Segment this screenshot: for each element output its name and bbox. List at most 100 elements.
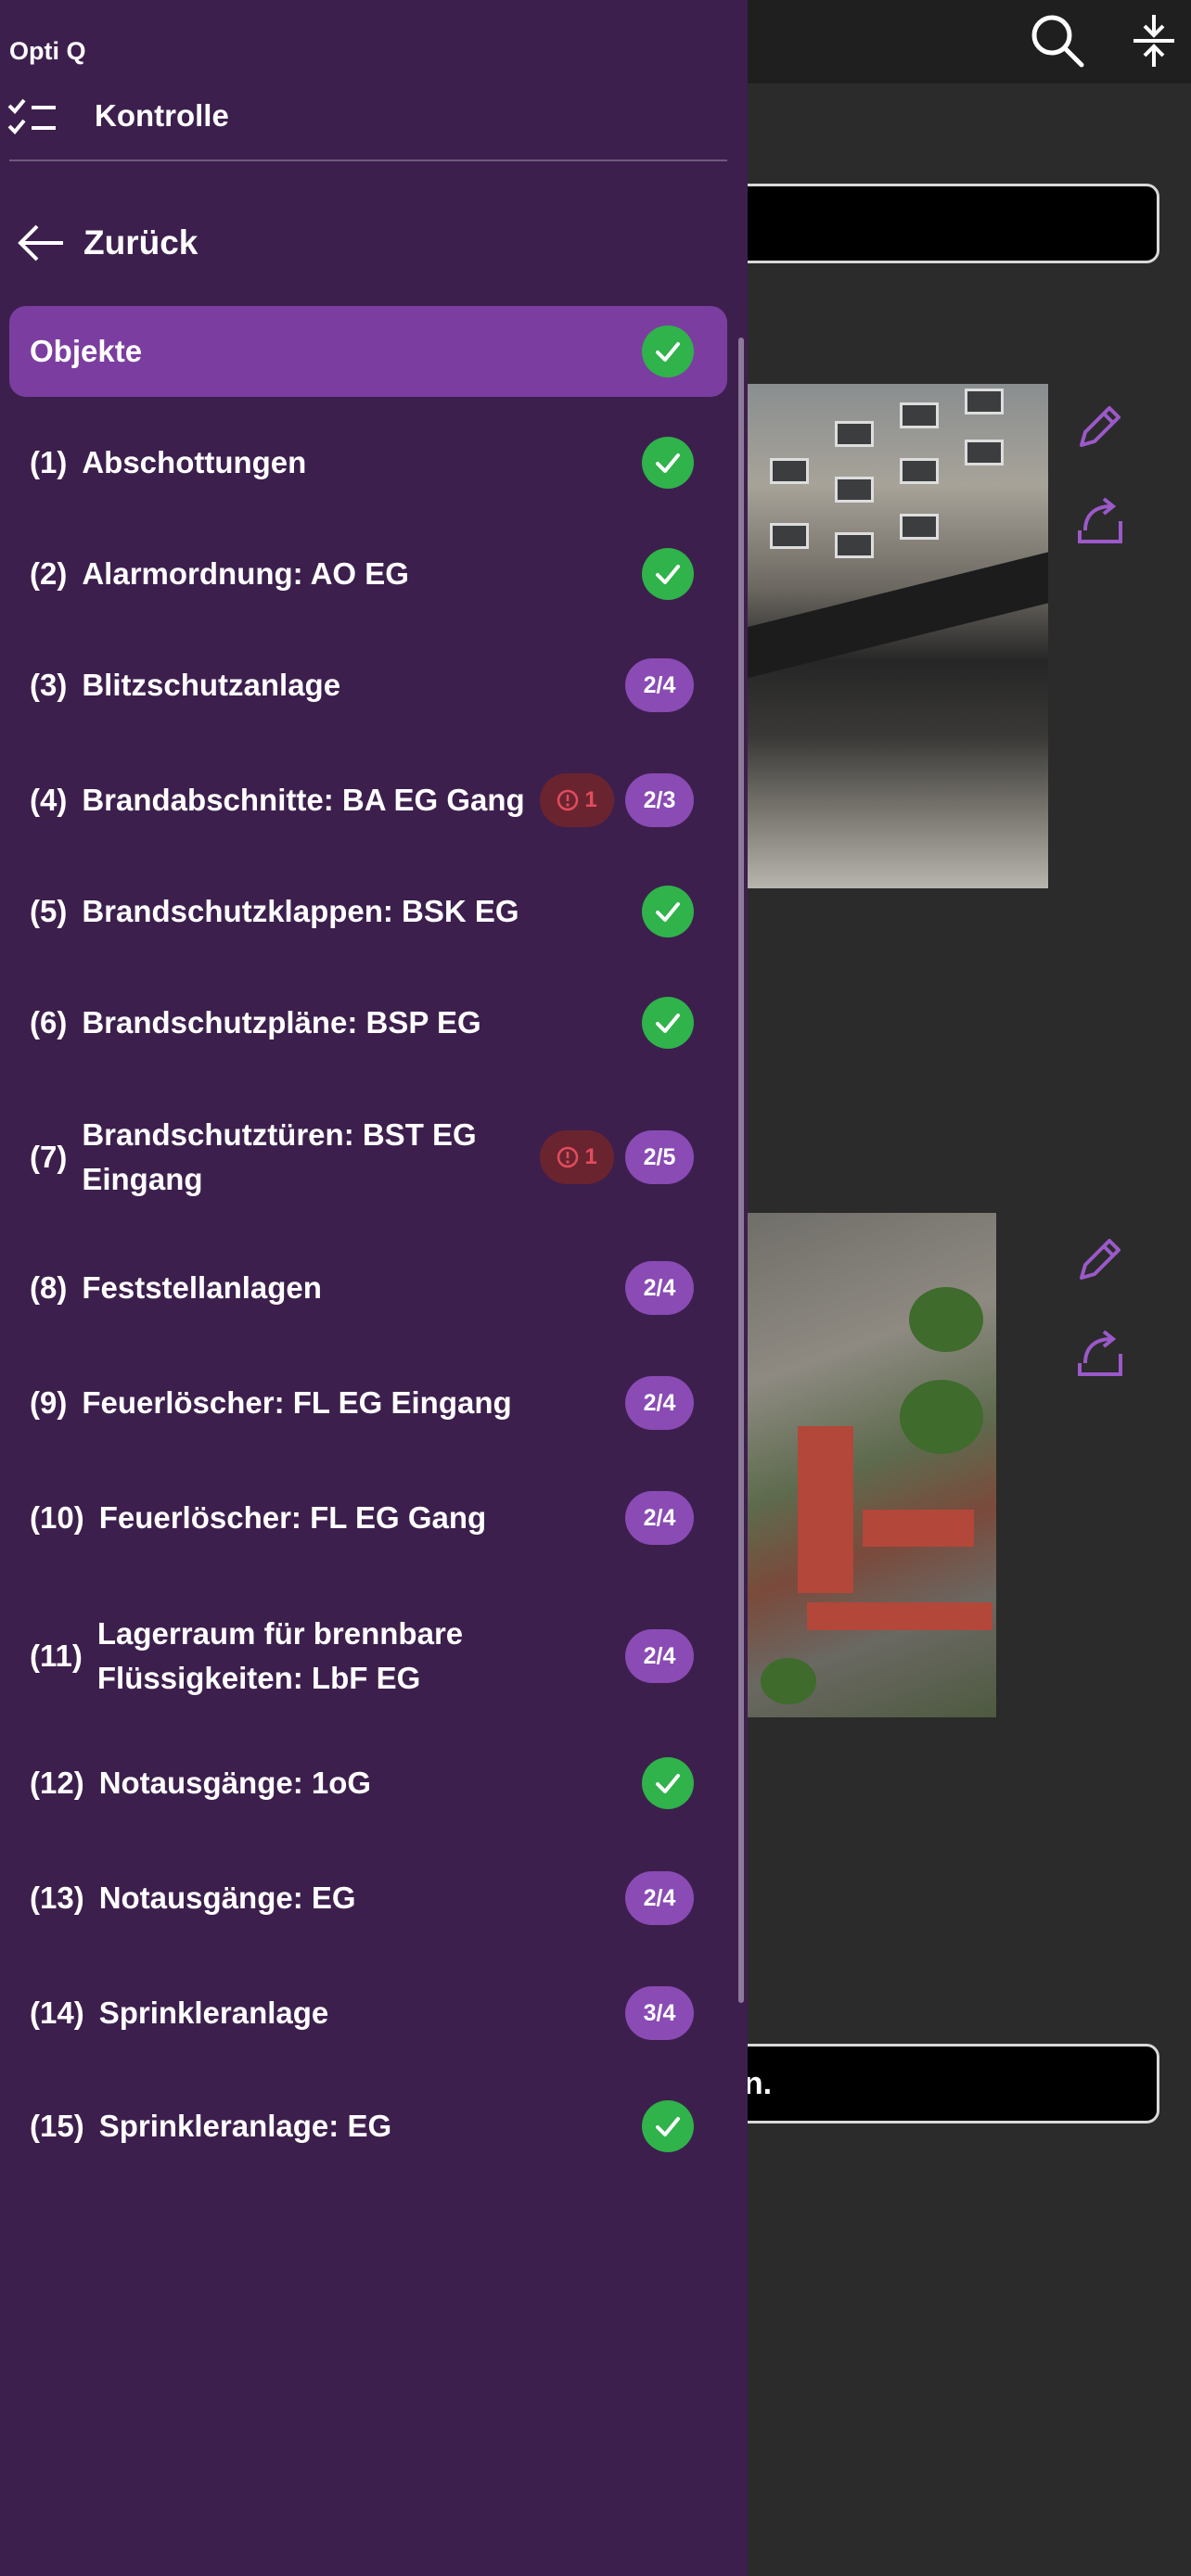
item-badges (631, 2100, 694, 2152)
alert-count: 1 (584, 1144, 597, 1169)
arrow-left-icon (18, 224, 63, 261)
share-icon[interactable] (1072, 1326, 1126, 1380)
checklist-item[interactable]: (13) Notausgänge: EG 2/4 (9, 1856, 727, 1940)
checklist-item[interactable]: (5) Brandschutzklappen: BSK EG (9, 870, 727, 953)
checklist-item[interactable]: (2) Alarmordnung: AO EG (9, 532, 727, 616)
item-number: (6) (30, 1005, 68, 1039)
item-label: Brandschutzpläne: BSP EG (82, 1005, 481, 1039)
building-photo (724, 384, 1048, 888)
checklist-item[interactable]: (9) Feuerlöscher: FL EG Eingang 2/4 (9, 1361, 727, 1445)
item-badges: 1 2/3 (540, 773, 694, 827)
item-label: Sprinkleranlage (98, 1996, 329, 2030)
alert-circle-icon (557, 789, 579, 811)
item-label: Feuerlöscher: FL EG Gang (98, 1500, 487, 1535)
item-badges (631, 997, 694, 1049)
item-number: (3) (30, 668, 68, 702)
item-number: (1) (30, 445, 68, 479)
item-badges: 2/4 (614, 1376, 694, 1430)
edit-icon[interactable] (1072, 401, 1126, 454)
check-icon (642, 325, 694, 377)
item-number: (14) (30, 1996, 84, 2030)
item-number: (13) (30, 1881, 84, 1915)
progress-badge: 2/4 (625, 1871, 694, 1925)
progress-badge: 2/4 (625, 1261, 694, 1315)
alert-badge: 1 (540, 773, 614, 827)
check-icon (642, 548, 694, 600)
item-label: Feststellanlagen (82, 1270, 322, 1305)
item-badges (631, 325, 694, 377)
item-label: Lagerraum für brennbare Flüssigkeiten: L… (96, 1616, 464, 1695)
checklist-item[interactable]: (15) Sprinkleranlage: EG (9, 2085, 727, 2168)
item-label: Brandschutztüren: BST EG Eingang (82, 1117, 477, 1196)
back-button[interactable]: Zurück (17, 217, 198, 269)
item-badges: 2/4 (614, 1629, 694, 1683)
item-number: (2) (30, 556, 68, 591)
item-number: (5) (30, 894, 68, 928)
alert-count: 1 (584, 787, 597, 812)
item-number: (10) (30, 1500, 84, 1535)
item-badges (631, 886, 694, 937)
item-badges: 2/4 (614, 1261, 694, 1315)
check-icon (642, 997, 694, 1049)
divider (9, 159, 727, 161)
checklist-item[interactable]: (3) Blitzschutzanlage 2/4 (9, 644, 727, 727)
checklist-item[interactable]: (8) Feststellanlagen 2/4 (9, 1246, 727, 1330)
background-input-field[interactable] (705, 184, 1159, 263)
item-label: Objekte (30, 334, 143, 368)
checklist-item[interactable]: Objekte (9, 306, 727, 397)
item-label: Feuerlöscher: FL EG Eingang (82, 1385, 512, 1420)
item-label: Brandabschnitte: BA EG Gang (82, 783, 525, 817)
item-badges: 2/4 (614, 1871, 694, 1925)
check-icon (642, 1757, 694, 1809)
scrollbar[interactable] (738, 338, 744, 2003)
check-icon (642, 437, 694, 489)
checklist-item[interactable]: (7) Brandschutztüren: BST EG Eingang 1 2/5 (9, 1109, 727, 1205)
check-icon (642, 886, 694, 937)
share-icon[interactable] (1072, 493, 1126, 547)
alert-badge: 1 (540, 1130, 614, 1184)
checklist-item[interactable]: (12) Notausgänge: 1oG (9, 1741, 727, 1825)
section-title: Kontrolle (95, 98, 229, 133)
item-number: (11) (30, 1639, 83, 1673)
item-label: Sprinkleranlage: EG (98, 2109, 392, 2143)
item-label: Blitzschutzanlage (82, 668, 341, 702)
back-label: Zurück (83, 223, 198, 261)
item-number: (4) (30, 783, 68, 817)
progress-badge: 2/3 (625, 773, 694, 827)
item-label: Abschottungen (82, 445, 307, 479)
aerial-photo (724, 1213, 996, 1717)
item-number: (9) (30, 1385, 68, 1420)
checklist-icon (7, 98, 58, 139)
background-text-box[interactable]: en. (705, 2044, 1159, 2123)
search-icon[interactable] (1028, 11, 1087, 70)
item-label: Brandschutzklappen: BSK EG (82, 894, 519, 928)
progress-badge: 2/4 (625, 1629, 694, 1683)
checklist-item[interactable]: (1) Abschottungen (9, 421, 727, 504)
checklist-item[interactable]: (4) Brandabschnitte: BA EG Gang 1 2/3 (9, 759, 727, 842)
checklist-item[interactable]: (14) Sprinkleranlage 3/4 (9, 1971, 727, 2055)
progress-badge: 2/5 (625, 1130, 694, 1184)
progress-badge: 2/4 (625, 1376, 694, 1430)
collapse-icon[interactable] (1124, 11, 1184, 70)
item-badges (631, 548, 694, 600)
edit-icon[interactable] (1072, 1233, 1126, 1287)
item-label: Alarmordnung: AO EG (82, 556, 409, 591)
checklist-item[interactable]: (6) Brandschutzpläne: BSP EG (9, 981, 727, 1065)
item-badges: 1 2/5 (540, 1130, 694, 1184)
item-label: Notausgänge: EG (98, 1881, 356, 1915)
item-number: (15) (30, 2109, 84, 2143)
item-number: (7) (30, 1140, 68, 1174)
item-badges (631, 437, 694, 489)
item-badges: 2/4 (614, 658, 694, 712)
progress-badge: 2/4 (625, 1491, 694, 1545)
checklist-item[interactable]: (11) Lagerraum für brennbare Flüssigkeite… (9, 1608, 727, 1704)
progress-badge: 2/4 (625, 658, 694, 712)
checklist-item[interactable]: (10) Feuerlöscher: FL EG Gang 2/4 (9, 1476, 727, 1560)
item-number: (12) (30, 1766, 84, 1800)
alert-circle-icon (557, 1146, 579, 1168)
progress-badge: 3/4 (625, 1986, 694, 2040)
navigation-drawer: Opti Q Kontrolle Zurück Objekte (1) Abscho… (0, 0, 748, 2576)
item-number: (8) (30, 1270, 68, 1305)
item-label: Notausgänge: 1oG (98, 1766, 372, 1800)
item-badges: 3/4 (614, 1986, 694, 2040)
